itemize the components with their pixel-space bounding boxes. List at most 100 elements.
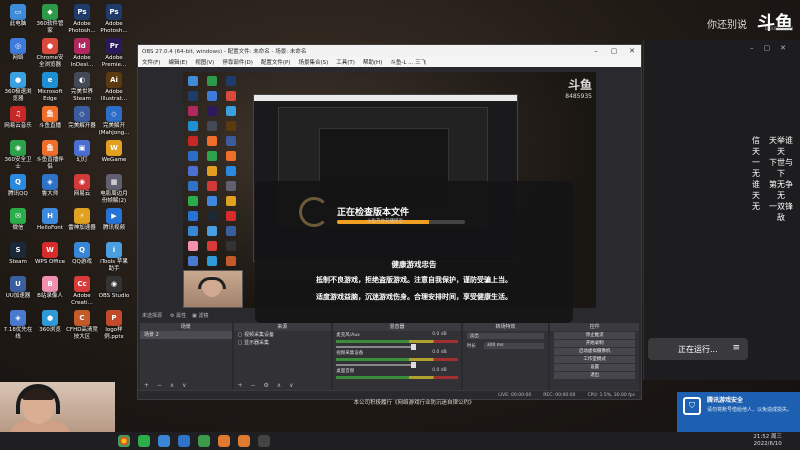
control-button[interactable]: 停止推流: [554, 332, 636, 339]
desktop-icon[interactable]: ◆ 360软件管家: [34, 4, 66, 34]
desktop-icon[interactable]: Id Adobe InDesi...: [66, 38, 98, 68]
mixer-dock: 混音器 麦克风/Aux 0.0 dB 视频采集设备 0.0 dB 桌面音频 0.…: [333, 323, 461, 391]
desktop-icon[interactable]: H HelloFont: [34, 208, 66, 232]
desktop-icon[interactable]: Pr Adobe Premie...: [98, 38, 130, 68]
desktop-icon[interactable]: ◎ 网络: [2, 38, 34, 62]
desktop-icon[interactable]: W WPS Office: [34, 242, 66, 266]
desktop-icon[interactable]: ▭ 此电脑: [2, 4, 34, 28]
desktop-icon[interactable]: 鱼斗鱼直播: [34, 106, 66, 130]
source-toolbar[interactable]: + − ⚙ ∧ ∨: [238, 382, 297, 389]
desktop-icon[interactable]: ● Chrome安全浏览器: [34, 38, 66, 68]
system-clock[interactable]: 21:52 周三 2022/6/10: [753, 434, 782, 448]
mixer-channel[interactable]: 视频采集设备 0.0 dB: [333, 349, 460, 368]
qq-icon[interactable]: [158, 435, 170, 447]
app-icon: Pr: [106, 38, 122, 54]
desktop-icon-label: QQ游戏: [72, 259, 92, 265]
menu-item[interactable]: 场景集合(S): [298, 58, 328, 66]
desktop-icon[interactable]: e Microsoft Edge: [34, 72, 66, 102]
desktop-icon[interactable]: ◉ OBS Studio: [98, 276, 130, 300]
menu-item[interactable]: 斗鱼-L ... 三飞: [390, 58, 426, 66]
transition-type-row[interactable]: 淡出: [463, 331, 549, 341]
volume-slider[interactable]: [336, 362, 417, 368]
desktop-icon[interactable]: ● 360浏览: [34, 310, 66, 334]
desktop-icon[interactable]: ◈ 7.18优先在线: [2, 310, 34, 340]
nested-icon: [226, 196, 236, 206]
desktop-icon[interactable]: ◇ 完美解开器: [66, 106, 98, 130]
edge-icon[interactable]: [178, 435, 190, 447]
transition-select[interactable]: 淡出: [466, 333, 545, 339]
hamburger-menu-icon[interactable]: ≡: [732, 343, 740, 353]
minimize-button[interactable]: –: [587, 47, 605, 55]
control-button[interactable]: 开始录制: [554, 340, 636, 347]
desktop-icon[interactable]: U UU加速器: [2, 276, 34, 300]
app-icon: B: [42, 276, 58, 292]
mixer-channel[interactable]: 麦克风/Aux 0.0 dB: [333, 331, 460, 350]
filters-button[interactable]: ▣ 滤镜: [192, 312, 208, 319]
desktop-icon[interactable]: ▦ 电影周边月份帧解(2): [98, 174, 130, 204]
desktop-icon[interactable]: W WeGame: [98, 140, 130, 164]
menu-item[interactable]: 配置文件(P): [261, 58, 291, 66]
desktop-icon[interactable]: Ai Adobe Illustrat...: [98, 72, 130, 102]
menu-item[interactable]: 工具(T): [336, 58, 355, 66]
volume-slider[interactable]: [336, 344, 417, 350]
scene-toolbar[interactable]: + − ∧ ∨: [144, 382, 190, 389]
mixer-channel[interactable]: 桌面音频 0.0 dB: [333, 367, 460, 385]
obs-icon[interactable]: [258, 435, 270, 447]
desktop-icon[interactable]: ♫ 网易云音乐: [2, 106, 34, 130]
desktop-icon[interactable]: ◉ 网易云: [66, 174, 98, 198]
desktop-icon[interactable]: ▶ 腾讯视频: [98, 208, 130, 232]
nested-icon: [188, 106, 198, 116]
desktop-icon[interactable]: ✉ 微信: [2, 208, 34, 232]
desktop-icon[interactable]: Ps Adobe Photosh...: [98, 4, 130, 34]
desktop-icon-label: CFHD高清竞技大区: [66, 327, 98, 340]
desktop-icon[interactable]: Q 腾讯QQ: [2, 174, 34, 198]
control-button[interactable]: 工作室模式: [554, 356, 636, 363]
desktop-icon[interactable]: ▣ 幻灯: [66, 140, 98, 164]
duration-input[interactable]: 300 ms: [483, 343, 545, 349]
close-button[interactable]: ✕: [623, 47, 641, 55]
control-button[interactable]: 退出: [554, 372, 636, 379]
menu-item[interactable]: 视图(V): [195, 58, 214, 66]
desktop-icon[interactable]: B B站录像人: [34, 276, 66, 300]
source-item[interactable]: ▢ 视频采集设备: [234, 331, 332, 339]
maximize-button[interactable]: ▢: [605, 47, 623, 55]
desktop-icon[interactable]: Q QQ游戏: [66, 242, 98, 266]
360-icon[interactable]: [198, 435, 210, 447]
vertical-char: 谁: [752, 180, 760, 189]
desktop-icon[interactable]: ◇ 完美解开 (Mahjong...: [98, 106, 130, 136]
properties-button[interactable]: ⚙ 属性: [170, 312, 186, 319]
desktop-icon-label: B站录像人: [37, 293, 63, 299]
security-notification[interactable]: ⛉ 腾讯游戏安全 请勿将账号借给他人，以免造成损失。: [677, 392, 800, 432]
desktop-icon[interactable]: Ps Adobe Photosh...: [66, 4, 98, 34]
desktop-icon[interactable]: C CFHD高清竞技大区: [66, 310, 98, 340]
scene-item[interactable]: 场景 2: [140, 331, 232, 339]
running-button[interactable]: 正在运行... ≡: [648, 338, 748, 360]
douyu-icon[interactable]: [218, 435, 230, 447]
desktop-icon[interactable]: S Steam: [2, 242, 34, 266]
window-controls[interactable]: –▢✕: [750, 44, 796, 52]
desktop-icon[interactable]: ⚡ 雷神加速器: [66, 208, 98, 232]
desktop-icon[interactable]: Plogo样例.pptx: [98, 310, 130, 340]
chrome-icon[interactable]: [118, 435, 130, 447]
menu-item[interactable]: 停靠部件(D): [222, 58, 253, 66]
wechat-icon[interactable]: [138, 435, 150, 447]
nested-icon: [188, 226, 198, 236]
clock-date: 2022/6/10: [753, 441, 782, 447]
desktop-icon[interactable]: ◐ 完美世界Steam: [66, 72, 98, 102]
control-button[interactable]: 启动虚拟摄像机: [554, 348, 636, 355]
vertical-char: 天: [752, 147, 760, 156]
source-item[interactable]: ▢ 显示器采集: [234, 339, 332, 347]
desktop-icon[interactable]: ◉ 360安全卫士: [2, 140, 34, 170]
desktop-icon[interactable]: ● 360极速浏览器: [2, 72, 34, 102]
controls-dock: 控件 停止推流 开始录制 启动虚拟摄像机 工作室模式 设置 退出: [550, 323, 640, 391]
control-button[interactable]: 设置: [554, 364, 636, 371]
desktop-icon[interactable]: i iTools 苹果助手: [98, 242, 130, 272]
menu-item[interactable]: 文件(F): [142, 58, 160, 66]
desktop-icon[interactable]: Cc Adobe Creati...: [66, 276, 98, 306]
menu-item[interactable]: 编辑(E): [168, 58, 187, 66]
douyu-companion-icon[interactable]: [238, 435, 250, 447]
nested-icon: [226, 121, 236, 131]
menu-item[interactable]: 帮助(H): [363, 58, 382, 66]
desktop-icon[interactable]: 鱼斗鱼直播伴侣: [34, 140, 66, 170]
desktop-icon[interactable]: ◈ 鲁大师: [34, 174, 66, 198]
